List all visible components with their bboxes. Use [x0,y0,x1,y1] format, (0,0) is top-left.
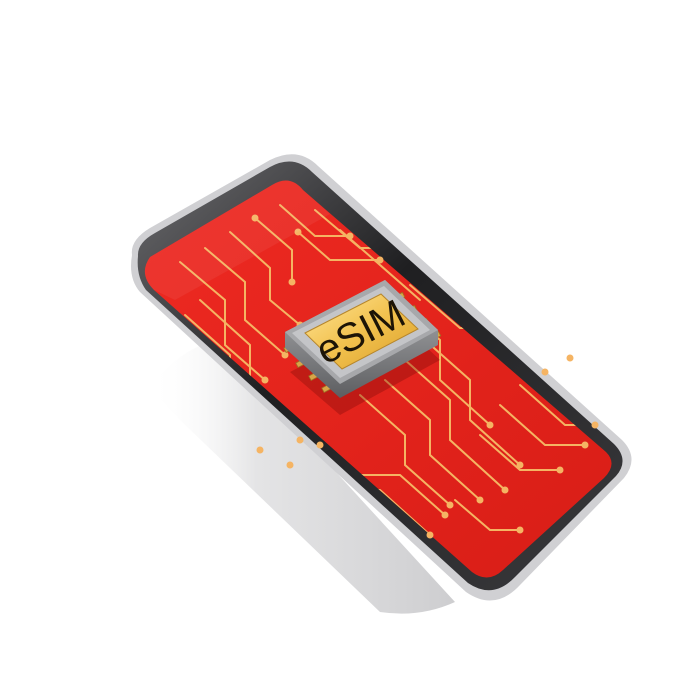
esim-phone-illustration: eSIM [131,154,632,614]
